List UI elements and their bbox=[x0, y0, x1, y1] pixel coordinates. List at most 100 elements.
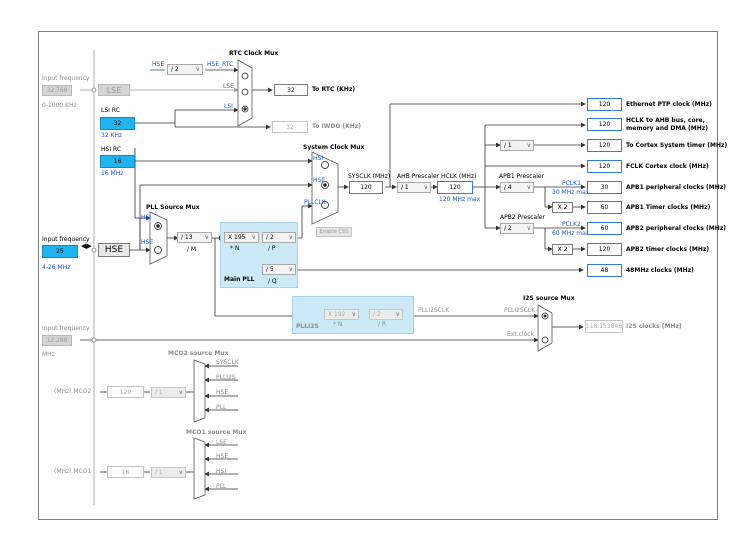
hse-bidirectional-icon: ◀▶ bbox=[81, 242, 92, 250]
system-clock-mux-title: System Clock Mux bbox=[303, 144, 365, 151]
lsi-rc-label: LSI RC bbox=[101, 107, 120, 114]
mco2-output-label: (MHz) MCO2 bbox=[54, 388, 92, 395]
system-mux-hse-label: HSE bbox=[313, 177, 326, 184]
system-mux-hsi-label: HSI bbox=[313, 155, 324, 162]
apb2-prescaler-select[interactable]: / 2 ∨ bbox=[500, 223, 534, 234]
apb1-peripheral-clocks-field[interactable]: 30 bbox=[587, 181, 622, 194]
lse-source-button[interactable]: LSE bbox=[98, 84, 130, 96]
plli2s-n-multiplier-select[interactable]: X 192 ∨ bbox=[324, 309, 359, 320]
hse-input-frequency-field[interactable]: 25 bbox=[42, 245, 78, 258]
i2s-clocks-field[interactable]: 118.153846 bbox=[585, 320, 623, 333]
mco1-divider-select[interactable]: / 1 ∨ bbox=[151, 467, 186, 478]
pll-m-value: / 13 bbox=[181, 234, 193, 241]
hclk-ahb-bus-label: HCLK to AHB bus, core, bbox=[626, 117, 705, 124]
48mhz-clocks-label: 48MHz clocks (MHz) bbox=[626, 267, 694, 274]
apb2-peripheral-clocks-label: APB2 peripheral clocks (MHz) bbox=[626, 225, 726, 232]
hsi-unit-label: 16 MHz bbox=[101, 170, 124, 177]
fclk-cortex-clock-field[interactable]: 120 bbox=[587, 160, 622, 173]
hclk-label: HCLK (MHz) bbox=[441, 173, 477, 180]
rtc-hse-divider-value: / 2 bbox=[171, 66, 179, 73]
mco2-source-plli2s: PLLI2S bbox=[216, 374, 236, 381]
apb2-timer-clocks-field[interactable]: 120 bbox=[587, 243, 622, 256]
lse-input-frequency-label: Input frequency bbox=[42, 75, 90, 82]
lsi-rc-field[interactable]: 32 bbox=[100, 117, 135, 130]
rtc-hse-rtc-label: HSE_RTC bbox=[207, 61, 234, 68]
mco1-mux-shape bbox=[193, 437, 206, 500]
pll-p-divider-select[interactable]: / 2 ∨ bbox=[262, 232, 296, 243]
mco2-output-field[interactable]: 120 bbox=[107, 386, 144, 398]
apb1-timer-clocks-field[interactable]: 60 bbox=[587, 201, 622, 214]
apb1-prescaler-value: / 4 bbox=[504, 184, 512, 191]
cortex-timer-divider-select[interactable]: / 1 ∨ bbox=[500, 140, 534, 151]
lse-input-frequency-field[interactable]: 32.768 bbox=[42, 85, 72, 96]
i2s-ext-clock-label: Ext.clock bbox=[507, 331, 535, 338]
chevron-down-icon: ∨ bbox=[288, 266, 293, 273]
rtc-hse-divider-select[interactable]: / 2 ∨ bbox=[167, 64, 203, 75]
pll-n-label: * N bbox=[230, 245, 240, 252]
ahb-prescaler-label: AHB Prescaler bbox=[397, 173, 440, 180]
chevron-down-icon: ∨ bbox=[351, 311, 356, 318]
chevron-down-icon: ∨ bbox=[526, 184, 531, 191]
apb1-peripheral-clocks-label: APB1 peripheral clocks (MHz) bbox=[626, 184, 726, 191]
chevron-down-icon: ∨ bbox=[195, 66, 200, 73]
pll-source-mux-title: PLL Source Mux bbox=[146, 204, 200, 211]
hsi-rc-label: HSI RC bbox=[101, 146, 122, 153]
plli2sclk-label: PLLI2SCLK bbox=[418, 307, 450, 314]
enable-css-button[interactable]: Enable CSS bbox=[316, 227, 352, 237]
chevron-down-icon: ∨ bbox=[204, 234, 209, 241]
mco2-source-sysclk: SYSCLK bbox=[216, 359, 239, 366]
mco2-source-hse: HSE bbox=[216, 389, 229, 396]
main-pll-title: Main PLL bbox=[224, 276, 255, 283]
iwdg-output-field[interactable]: 32 bbox=[272, 121, 308, 133]
mco2-divider-select[interactable]: / 1 ∨ bbox=[151, 387, 186, 398]
plli2s-r-divider-select[interactable]: / 2 ∨ bbox=[369, 309, 403, 320]
apb2-peripheral-clocks-field[interactable]: 60 bbox=[587, 222, 622, 235]
rtc-output-field[interactable]: 32 bbox=[274, 84, 308, 96]
ext-input-frequency-label: Input frequency bbox=[42, 325, 90, 332]
hse-range-label: 4-26 MHz bbox=[42, 264, 71, 271]
mco1-output-label: (MHz) MCO1 bbox=[54, 468, 92, 475]
hclk-max-label: 120 MHz max bbox=[439, 196, 481, 203]
mco1-output-field[interactable]: 16 bbox=[107, 466, 144, 478]
apb1-timer-multiplier: X 2 bbox=[552, 202, 573, 213]
sysclk-label: SYSCLK (MHz) bbox=[348, 173, 391, 180]
sysclk-field[interactable]: 120 bbox=[349, 181, 383, 194]
pll-m-label: / M bbox=[187, 246, 197, 253]
mco1-source-hsi: HSI bbox=[216, 468, 227, 475]
mco2-mux-shape bbox=[193, 359, 206, 423]
plli2s-r-value: / 2 bbox=[373, 311, 381, 318]
ethernet-ptp-clock-field[interactable]: 120 bbox=[587, 98, 622, 111]
hclk-ahb-bus-field[interactable]: 120 bbox=[587, 118, 622, 131]
chevron-down-icon: ∨ bbox=[423, 184, 428, 191]
hse-source-button[interactable]: HSE bbox=[98, 243, 130, 257]
apb2-timer-multiplier: X 2 bbox=[552, 244, 573, 255]
chevron-down-icon: ∨ bbox=[526, 142, 531, 149]
apb2-prescaler-label: APB2 Prescaler bbox=[500, 214, 546, 221]
pll-q-divider-select[interactable]: / 5 ∨ bbox=[262, 264, 296, 275]
hclk-ahb-bus-label-line2: memory and DMA (MHz) bbox=[626, 125, 709, 132]
ethernet-ptp-clock-label: Ethernet PTP clock (MHz) bbox=[626, 101, 712, 108]
i2s-mux-shape bbox=[537, 304, 553, 352]
ahb-prescaler-select[interactable]: / 1 ∨ bbox=[397, 182, 431, 193]
hclk-field[interactable]: 120 bbox=[437, 181, 473, 194]
pll-p-label: / P bbox=[268, 245, 276, 252]
pll-q-value: / 5 bbox=[266, 266, 274, 273]
chevron-down-icon: ∨ bbox=[395, 311, 400, 318]
ext-input-frequency-field[interactable]: 12.288 bbox=[42, 335, 72, 346]
pll-m-divider-select[interactable]: / 13 ∨ bbox=[177, 232, 212, 243]
ext-unit-label: MHz bbox=[42, 351, 55, 358]
chevron-down-icon: ∨ bbox=[251, 234, 256, 241]
48mhz-clocks-field[interactable]: 48 bbox=[587, 264, 622, 277]
chevron-down-icon: ∨ bbox=[288, 234, 293, 241]
plli2s-n-label: * N bbox=[333, 321, 343, 328]
pclk2-label: PCLK2 bbox=[562, 221, 581, 228]
i2s-source-mux-title: I2S source Mux bbox=[523, 295, 575, 302]
cortex-system-timer-label: To Cortex System timer (MHz) bbox=[626, 142, 728, 149]
cortex-system-timer-field[interactable]: 120 bbox=[587, 139, 622, 152]
pll-n-multiplier-select[interactable]: X 195 ∨ bbox=[224, 232, 259, 243]
apb1-prescaler-select[interactable]: / 4 ∨ bbox=[500, 182, 534, 193]
lsi-unit-label: 32 KHz bbox=[101, 132, 123, 139]
pclk1-label: PCLK1 bbox=[562, 180, 581, 187]
pll-source-hsi-label: HSI bbox=[141, 214, 152, 221]
hsi-rc-field[interactable]: 16 bbox=[100, 155, 135, 168]
